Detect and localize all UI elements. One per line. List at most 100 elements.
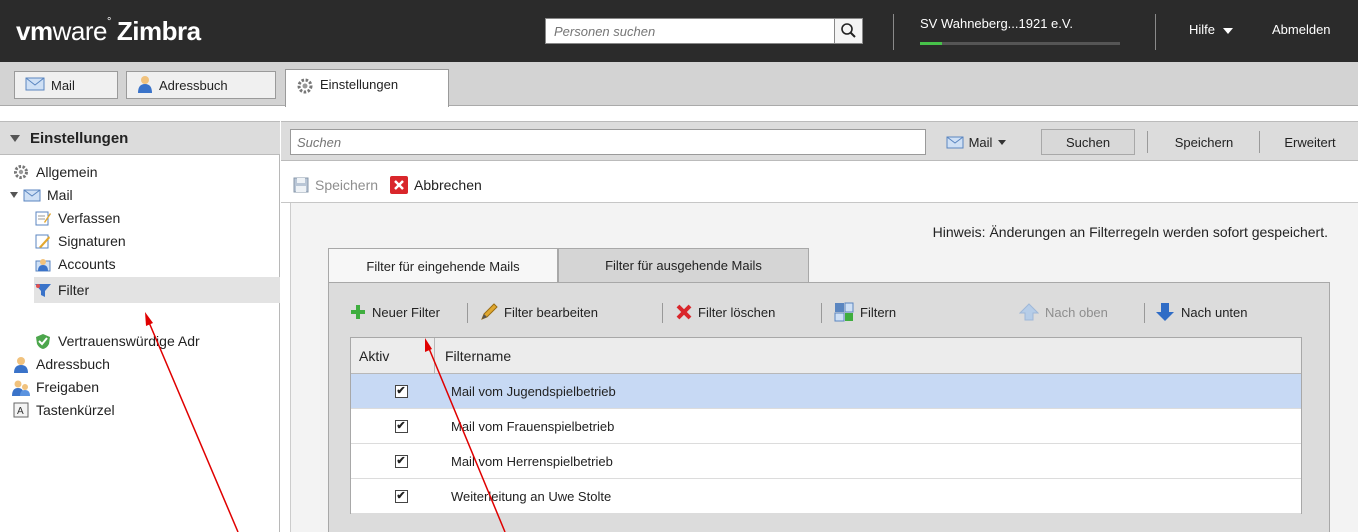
run-filter-button[interactable]: Filtern: [834, 297, 896, 327]
logo-registered-mark: °: [106, 16, 111, 28]
gear-icon: [296, 77, 314, 98]
tab-adressbuch-label: Adressbuch: [159, 77, 228, 93]
quota-bar: [920, 42, 1120, 45]
logo-vm-text: vm: [16, 16, 53, 46]
delete-x-icon: [676, 304, 692, 320]
column-header-active[interactable]: Aktiv: [351, 337, 435, 374]
header-divider: [893, 14, 894, 50]
filter-name: Weiterleitung an Uwe Stolte: [451, 488, 612, 504]
table-row[interactable]: ✔ Weiterleitung an Uwe Stolte: [351, 479, 1301, 514]
search-button[interactable]: Suchen: [1041, 129, 1135, 155]
tab-adressbuch[interactable]: Adressbuch: [126, 71, 276, 99]
move-up-button[interactable]: Nach oben: [1019, 297, 1108, 327]
mail-search-input[interactable]: [290, 129, 926, 155]
logo-ware-text: ware: [52, 16, 108, 46]
chevron-down-icon: [1223, 27, 1234, 34]
person-icon: [12, 356, 30, 373]
tab-outgoing-filters[interactable]: Filter für ausgehende Mails: [558, 248, 809, 282]
header-divider: [1155, 14, 1156, 50]
advanced-search-button[interactable]: Erweitert: [1265, 129, 1355, 155]
delete-filter-label: Filter löschen: [698, 304, 776, 320]
close-icon: [390, 175, 409, 194]
arrow-up-icon: [1019, 303, 1039, 321]
search-icon: [841, 23, 856, 38]
chevron-down-icon: [998, 139, 1007, 145]
arrow-down-icon: [1155, 302, 1175, 322]
people-search-box: [545, 18, 863, 44]
table-row[interactable]: ✔ Mail vom Herrenspielbetrieb: [351, 444, 1301, 479]
active-checkbox[interactable]: ✔: [394, 384, 408, 398]
sidebar-item-adressbuch[interactable]: Adressbuch: [12, 353, 110, 375]
sidebar-item-verfassen[interactable]: Verfassen: [34, 207, 120, 229]
expand-triangle-icon: [10, 192, 18, 198]
sidebar-item-label: Signaturen: [58, 233, 126, 249]
cancel-button-label: Abbrechen: [414, 176, 482, 193]
table-row[interactable]: ✔ Mail vom Jugendspielbetrieb: [351, 374, 1301, 409]
sidebar-item-freigaben[interactable]: Freigaben: [12, 376, 99, 398]
tab-incoming-filters[interactable]: Filter für eingehende Mails: [328, 248, 558, 283]
tab-mail-label: Mail: [51, 77, 75, 93]
people-search-input[interactable]: [546, 19, 836, 43]
people-search-button[interactable]: [834, 19, 862, 43]
sidebar-item-allgemein[interactable]: Allgemein: [12, 161, 97, 183]
sidebar-item-mail[interactable]: Mail: [10, 184, 73, 206]
active-checkbox[interactable]: ✔: [394, 454, 408, 468]
filter-table: Aktiv Filtername ✔ Mail vom Jugendspielb…: [350, 337, 1302, 514]
tab-einstellungen[interactable]: Einstellungen: [285, 69, 449, 107]
cancel-button[interactable]: Abbrechen: [390, 175, 482, 194]
sidebar-item-label: Accounts: [58, 256, 116, 272]
help-label: Hilfe: [1189, 22, 1216, 37]
vmware-zimbra-logo: vmware° Zimbra: [16, 16, 201, 47]
top-header: vmware° Zimbra SV Wahneberg...1921 e.V. H…: [0, 0, 1358, 62]
keyboard-icon: A: [12, 402, 30, 418]
toolbar-divider: [1147, 131, 1148, 153]
table-row[interactable]: ✔ Mail vom Frauenspielbetrieb: [351, 409, 1301, 444]
filter-settings-content: Hinweis: Änderungen an Filterregeln werd…: [290, 203, 1358, 532]
collapse-triangle-icon: [10, 134, 20, 142]
logo-zimbra-text: Zimbra: [116, 16, 201, 46]
new-filter-button[interactable]: Neuer Filter: [350, 297, 440, 327]
sidebar-item-label: Verfassen: [58, 210, 121, 226]
tab-mail[interactable]: Mail: [14, 71, 118, 99]
svg-text:A: A: [17, 406, 24, 417]
move-down-label: Nach unten: [1181, 304, 1248, 320]
sidebar-item-label: Mail: [47, 187, 73, 203]
mail-icon: [25, 77, 45, 94]
new-filter-label: Neuer Filter: [372, 304, 440, 320]
sidebar-item-tastenkuerzel[interactable]: A Tastenkürzel: [12, 399, 115, 421]
sidebar-item-accounts[interactable]: Accounts: [34, 253, 116, 275]
main-panel: Mail Suchen Speichern Erweitert Speicher…: [281, 121, 1358, 532]
sidebar-item-filter[interactable]: Filter: [34, 277, 280, 303]
filter-panel: Neuer Filter Filter bearbeiten Filter lö…: [328, 282, 1330, 532]
sidebar-header[interactable]: Einstellungen: [0, 121, 280, 155]
sidebar-item-signaturen[interactable]: Signaturen: [34, 230, 126, 252]
pencil-icon: [480, 303, 498, 321]
run-filter-icon: [834, 302, 854, 322]
delete-filter-button[interactable]: Filter löschen: [676, 297, 775, 327]
column-header-name[interactable]: Filtername: [435, 348, 511, 364]
filter-name: Mail vom Herrenspielbetrieb: [451, 453, 613, 469]
save-button[interactable]: Speichern: [293, 177, 378, 193]
mail-icon: [23, 187, 41, 203]
shield-icon: [34, 333, 52, 349]
toolbar-divider: [662, 303, 663, 323]
mail-icon: [946, 136, 964, 149]
app-tabs: Mail Adressbuch Einstellungen: [0, 62, 1358, 107]
filter-hint-text: Hinweis: Änderungen an Filterregeln werd…: [932, 224, 1328, 240]
compose-icon: [34, 210, 52, 226]
quota-bar-fill: [920, 42, 942, 45]
active-checkbox[interactable]: ✔: [394, 489, 408, 503]
help-menu[interactable]: Hilfe: [1189, 22, 1234, 37]
table-header: Aktiv Filtername: [351, 337, 1301, 374]
search-type-label: Mail: [968, 134, 993, 150]
plus-icon: [350, 304, 366, 320]
sidebar-item-label: Allgemein: [36, 164, 98, 180]
sidebar-item-vertrauenswuerdige-adressen[interactable]: Vertrauenswürdige Adr: [34, 330, 200, 352]
logout-link[interactable]: Abmelden: [1272, 22, 1331, 37]
save-button-label: Speichern: [315, 176, 379, 193]
edit-filter-button[interactable]: Filter bearbeiten: [480, 297, 598, 327]
save-search-button[interactable]: Speichern: [1155, 129, 1253, 155]
move-down-button[interactable]: Nach unten: [1155, 297, 1248, 327]
search-type-dropdown[interactable]: Mail: [933, 129, 1019, 155]
active-checkbox[interactable]: ✔: [394, 419, 408, 433]
